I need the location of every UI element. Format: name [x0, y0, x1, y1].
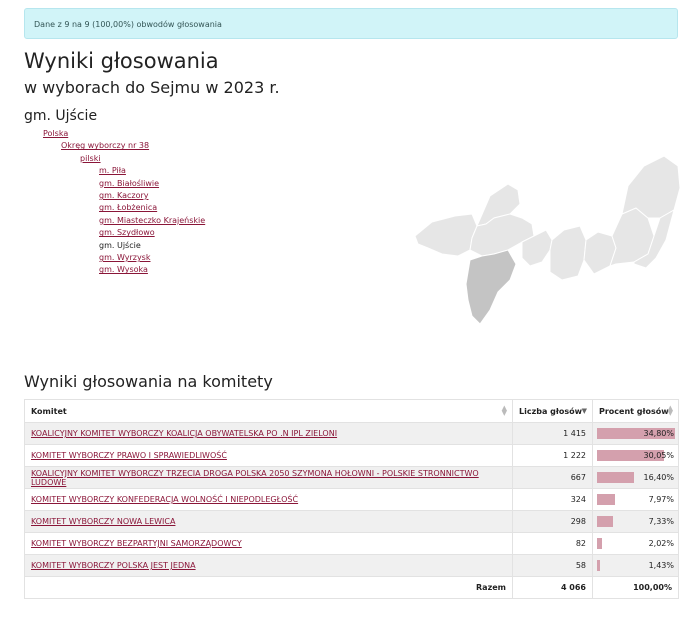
percent-cell: 2,02% — [592, 532, 679, 555]
col-header-votes[interactable]: Liczba głosów ▼ — [512, 399, 593, 423]
total-percent: 100,00% — [592, 576, 679, 599]
tree-item-municipality: gm. Miasteczko Krajeńskie — [0, 215, 205, 227]
tree-item-municipality: gm. Wysoka — [0, 264, 205, 276]
tree-item-county: pilski — [0, 153, 205, 165]
percent-cell: 30,05% — [592, 444, 679, 467]
committee-cell: KOMITET WYBORCZY NOWA LEWICA — [24, 510, 513, 533]
map-region-szydlowo[interactable] — [549, 225, 587, 281]
page-title: Wyniki głosowania — [24, 49, 219, 73]
results-heading: Wyniki głosowania na komitety — [24, 372, 273, 391]
table-row: KOMITET WYBORCZY BEZPARTYJNI SAMORZĄDOWC… — [24, 532, 679, 555]
committee-cell: KOALICYJNY KOMITET WYBORCZY KOALICJA OBY… — [24, 422, 513, 445]
municipality-link[interactable]: gm. Łobżenica — [99, 203, 157, 212]
percent-cell: 7,33% — [592, 510, 679, 533]
table-row: KOMITET WYBORCZY KONFEDERACJA WOLNOŚĆ I … — [24, 488, 679, 511]
map-region-wysoka[interactable] — [414, 213, 478, 257]
tree-item-district: Okręg wyborczy nr 38 — [0, 140, 205, 152]
region-map — [414, 155, 681, 325]
tree-link-district[interactable]: Okręg wyborczy nr 38 — [61, 141, 149, 150]
tree-item-country: Polska — [0, 128, 205, 140]
percent-label: 7,97% — [648, 495, 674, 504]
votes-cell: 667 — [512, 466, 593, 489]
municipality-link[interactable]: gm. Wysoka — [99, 265, 148, 274]
percent-cell: 34,80% — [592, 422, 679, 445]
committee-link[interactable]: KOALICYJNY KOMITET WYBORCZY TRZECIA DROG… — [31, 469, 479, 487]
tree-item-municipality: gm. Białośliwie — [0, 178, 205, 190]
votes-cell: 298 — [512, 510, 593, 533]
map-region-lobzenica[interactable] — [621, 155, 681, 219]
page-subtitle: w wyborach do Sejmu w 2023 r. — [24, 78, 280, 97]
votes-cell: 1 415 — [512, 422, 593, 445]
votes-cell: 324 — [512, 488, 593, 511]
tree-link-country[interactable]: Polska — [43, 129, 68, 138]
percent-label: 1,43% — [648, 561, 674, 570]
tree-item-municipality: gm. Łobżenica — [0, 202, 205, 214]
tree-link-county[interactable]: pilski — [80, 154, 101, 163]
municipality-link[interactable]: gm. Miasteczko Krajeńskie — [99, 216, 205, 225]
percent-label: 2,02% — [648, 539, 674, 548]
tree-item-municipality: gm. Szydłowo — [0, 227, 205, 239]
municipality-link[interactable]: gm. Wyrzysk — [99, 253, 150, 262]
committee-link[interactable]: KOMITET WYBORCZY KONFEDERACJA WOLNOŚĆ I … — [31, 495, 298, 504]
municipality-link[interactable]: gm. Kaczory — [99, 191, 148, 200]
sort-desc-icon: ▼ — [581, 407, 587, 415]
sort-icon: ▲ ▼ — [501, 404, 507, 417]
col-header-percent[interactable]: Procent głosów ▲ ▼ — [592, 399, 679, 423]
votes-cell: 1 222 — [512, 444, 593, 467]
committee-cell: KOMITET WYBORCZY BEZPARTYJNI SAMORZĄDOWC… — [24, 532, 513, 555]
map-region-ujscie[interactable] — [465, 249, 517, 325]
sort-icon: ▲ ▼ — [667, 404, 673, 417]
committee-cell: KOMITET WYBORCZY KONFEDERACJA WOLNOŚĆ I … — [24, 488, 513, 511]
percent-cell: 1,43% — [592, 554, 679, 577]
municipality-list: m. Piła gm. Białośliwie gm. Kaczory gm. Łob… — [0, 165, 205, 277]
tree-item-municipality: m. Piła — [0, 165, 205, 177]
committee-link[interactable]: KOMITET WYBORCZY BEZPARTYJNI SAMORZĄDOWC… — [31, 539, 242, 548]
map-region-miasteczko[interactable] — [583, 231, 617, 275]
table-row: KOALICYJNY KOMITET WYBORCZY KOALICJA OBY… — [24, 422, 679, 445]
results-table: Komitet ▲ ▼ Liczba głosów ▼ Procent głosó… — [24, 399, 679, 599]
percent-cell: 16,40% — [592, 466, 679, 489]
percent-label: 30,05% — [643, 451, 674, 460]
tree-item-municipality: gm. Kaczory — [0, 190, 205, 202]
votes-cell: 58 — [512, 554, 593, 577]
committee-cell: KOMITET WYBORCZY PRAWO I SPRAWIEDLIWOŚĆ — [24, 444, 513, 467]
table-row: KOMITET WYBORCZY POLSKA JEST JEDNA 58 1,43… — [24, 554, 679, 577]
col-header-committee[interactable]: Komitet ▲ ▼ — [24, 399, 513, 423]
percent-label: 16,40% — [643, 473, 674, 482]
total-label: Razem — [24, 576, 513, 599]
table-row: KOMITET WYBORCZY PRAWO I SPRAWIEDLIWOŚĆ 1… — [24, 444, 679, 467]
total-row: Razem 4 066 100,00% — [24, 576, 679, 599]
committee-link[interactable]: KOMITET WYBORCZY POLSKA JEST JEDNA — [31, 561, 196, 570]
region-tree: Polska Okręg wyborczy nr 38 pilski m. Pi… — [0, 128, 205, 277]
municipality-current: gm. Ujście — [99, 240, 141, 250]
percent-cell: 7,97% — [592, 488, 679, 511]
total-votes: 4 066 — [512, 576, 593, 599]
tree-item-municipality: gm. Ujście — [0, 240, 205, 252]
committee-cell: KOALICYJNY KOMITET WYBORCZY TRZECIA DROG… — [24, 466, 513, 489]
municipality-link[interactable]: gm. Białośliwie — [99, 179, 159, 188]
committee-link[interactable]: KOALICYJNY KOMITET WYBORCZY KOALICJA OBY… — [31, 429, 337, 438]
area-title: gm. Ujście — [24, 108, 98, 124]
percent-label: 34,80% — [643, 429, 674, 438]
votes-cell: 82 — [512, 532, 593, 555]
committee-link[interactable]: KOMITET WYBORCZY PRAWO I SPRAWIEDLIWOŚĆ — [31, 451, 227, 460]
municipality-link[interactable]: m. Piła — [99, 166, 126, 175]
committee-cell: KOMITET WYBORCZY POLSKA JEST JEDNA — [24, 554, 513, 577]
tree-item-municipality: gm. Wyrzysk — [0, 252, 205, 264]
municipality-link[interactable]: gm. Szydłowo — [99, 228, 155, 237]
table-row: KOALICYJNY KOMITET WYBORCZY TRZECIA DROG… — [24, 466, 679, 489]
committee-link[interactable]: KOMITET WYBORCZY NOWA LEWICA — [31, 517, 175, 526]
data-status-alert: Dane z 9 na 9 (100,00%) obwodów głosowan… — [24, 8, 678, 39]
percent-label: 7,33% — [648, 517, 674, 526]
table-row: KOMITET WYBORCZY NOWA LEWICA 298 7,33% — [24, 510, 679, 533]
